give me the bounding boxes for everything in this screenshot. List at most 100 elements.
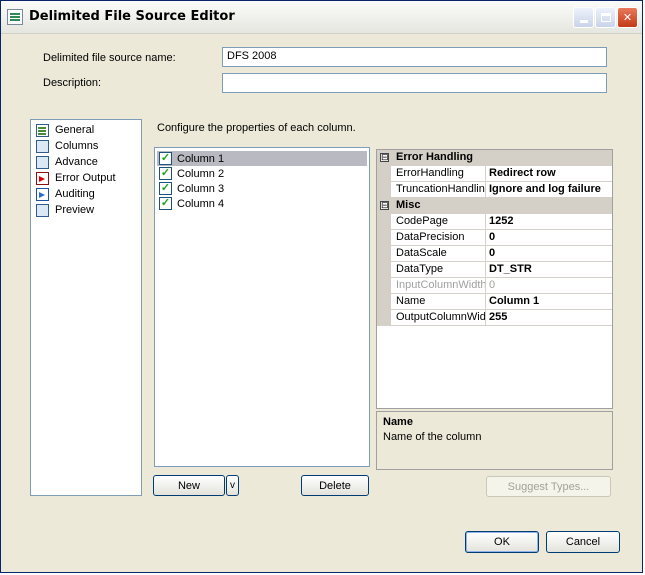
- nav-item-label: Error Output: [55, 172, 116, 184]
- column-separator[interactable]: [485, 294, 486, 309]
- source-name-label: Delimited file source name:: [43, 52, 176, 64]
- property-name: InputColumnWidth: [396, 279, 485, 291]
- property-name: CodePage: [396, 215, 448, 227]
- property-value: 0: [489, 279, 496, 291]
- maximize-icon: [600, 13, 611, 22]
- nav-item-advance[interactable]: Advance: [36, 154, 98, 170]
- column-label: Column 1: [177, 152, 225, 165]
- nav-item-label: Advance: [55, 156, 98, 168]
- ok-button[interactable]: OK: [465, 531, 539, 553]
- auditing-icon: [36, 187, 49, 201]
- property-description-text: Name of the column: [383, 431, 482, 443]
- property-row-name[interactable]: Name Column 1: [377, 294, 612, 310]
- window-title: Delimited File Source Editor: [29, 9, 235, 24]
- property-name: Name: [396, 295, 426, 307]
- column-separator[interactable]: [485, 262, 486, 277]
- description-label: Description:: [43, 77, 102, 89]
- category-label: Misc: [396, 199, 421, 211]
- column-list[interactable]: ✓ Column 1 ✓ Column 2 ✓ Column 3 ✓ Colum…: [154, 147, 370, 467]
- nav-item-label: General: [55, 124, 95, 136]
- minimize-icon: [579, 20, 588, 23]
- category-label: Error Handling: [396, 151, 474, 163]
- column-separator[interactable]: [485, 182, 486, 197]
- property-row-truncationhandling[interactable]: TruncationHandling Ignore and log failur…: [377, 182, 612, 198]
- advance-icon: [36, 155, 49, 169]
- property-row-outputcolumnwidth[interactable]: OutputColumnWidth 255: [377, 310, 612, 326]
- list-item[interactable]: ✓ Column 2: [157, 166, 367, 181]
- property-value[interactable]: Redirect row: [489, 167, 610, 179]
- row-gutter: [377, 214, 391, 229]
- column-separator[interactable]: [485, 310, 486, 325]
- row-gutter: [377, 294, 391, 309]
- property-value[interactable]: 1252: [489, 215, 610, 227]
- nav-item-columns[interactable]: Columns: [36, 138, 98, 154]
- property-row-errorhandling[interactable]: ErrorHandling Redirect row: [377, 166, 612, 182]
- property-grid[interactable]: ⊟ Error Handling ErrorHandling Redirect …: [376, 149, 613, 409]
- row-gutter: [377, 182, 391, 197]
- title-bar[interactable]: Delimited File Source Editor ✕: [1, 1, 642, 34]
- column-separator[interactable]: [485, 246, 486, 261]
- column-label: Column 3: [177, 182, 225, 195]
- list-item[interactable]: ✓ Column 3: [157, 181, 367, 196]
- columns-icon: [36, 139, 49, 153]
- property-value[interactable]: 255: [489, 311, 610, 323]
- delete-column-button[interactable]: Delete: [301, 475, 369, 496]
- list-item[interactable]: ✓ Column 4: [157, 196, 367, 211]
- property-name: ErrorHandling: [396, 167, 464, 179]
- property-name: DataScale: [396, 247, 447, 259]
- close-icon: ✕: [622, 11, 633, 24]
- category-error-handling[interactable]: ⊟ Error Handling: [377, 150, 612, 166]
- cancel-button[interactable]: Cancel: [546, 531, 620, 553]
- column-label: Column 2: [177, 167, 225, 180]
- nav-item-preview[interactable]: Preview: [36, 202, 94, 218]
- property-name: OutputColumnWidth: [396, 311, 485, 323]
- general-icon: [36, 123, 49, 137]
- nav-item-error-output[interactable]: Error Output: [36, 170, 116, 186]
- close-button[interactable]: ✕: [617, 7, 638, 28]
- new-column-dropdown-button[interactable]: v: [226, 475, 239, 496]
- maximize-button[interactable]: [595, 7, 616, 28]
- row-gutter: [377, 278, 391, 293]
- column-separator[interactable]: [485, 214, 486, 229]
- column-checkbox[interactable]: ✓: [159, 167, 172, 180]
- nav-item-general[interactable]: General: [36, 122, 94, 138]
- error-output-icon: [36, 171, 49, 185]
- nav-item-auditing[interactable]: Auditing: [36, 186, 95, 202]
- suggest-types-button: Suggest Types...: [486, 476, 611, 497]
- preview-icon: [36, 203, 49, 217]
- minimize-button[interactable]: [573, 7, 594, 28]
- property-value[interactable]: 0: [489, 231, 610, 243]
- nav-item-label: Preview: [55, 204, 95, 216]
- property-row-datascale[interactable]: DataScale 0: [377, 246, 612, 262]
- list-item[interactable]: ✓ Column 1: [157, 151, 367, 166]
- property-row-codepage[interactable]: CodePage 1252: [377, 214, 612, 230]
- property-value[interactable]: Ignore and log failure: [489, 183, 610, 195]
- column-separator[interactable]: [485, 166, 486, 181]
- nav-item-label: Columns: [55, 140, 99, 152]
- property-value[interactable]: DT_STR: [489, 263, 610, 275]
- category-misc[interactable]: ⊟ Misc: [377, 198, 612, 214]
- property-value[interactable]: 0: [489, 247, 610, 259]
- row-gutter: [377, 310, 391, 325]
- description-input[interactable]: [222, 73, 607, 93]
- property-value[interactable]: Column 1: [489, 295, 610, 307]
- property-name: DataPrecision: [396, 231, 465, 243]
- row-gutter: [377, 262, 391, 277]
- property-row-dataprecision[interactable]: DataPrecision 0: [377, 230, 612, 246]
- column-separator[interactable]: [485, 230, 486, 245]
- collapse-icon[interactable]: ⊟: [380, 153, 389, 162]
- column-checkbox[interactable]: ✓: [159, 182, 172, 195]
- column-separator: [485, 278, 486, 293]
- column-checkbox[interactable]: ✓: [159, 197, 172, 210]
- dialog-window: Delimited File Source Editor ✕ Delimited…: [0, 0, 643, 573]
- column-checkbox[interactable]: ✓: [159, 152, 172, 165]
- source-name-input[interactable]: DFS 2008: [222, 47, 607, 67]
- row-gutter: [377, 246, 391, 261]
- nav-panel: General Columns Advance Error Output Aud…: [30, 119, 142, 496]
- nav-item-label: Auditing: [55, 188, 95, 200]
- property-row-datatype[interactable]: DataType DT_STR: [377, 262, 612, 278]
- new-column-button[interactable]: New: [153, 475, 225, 496]
- row-gutter: [377, 166, 391, 181]
- collapse-icon[interactable]: ⊟: [380, 201, 389, 210]
- columns-instruction: Configure the properties of each column.: [157, 122, 356, 134]
